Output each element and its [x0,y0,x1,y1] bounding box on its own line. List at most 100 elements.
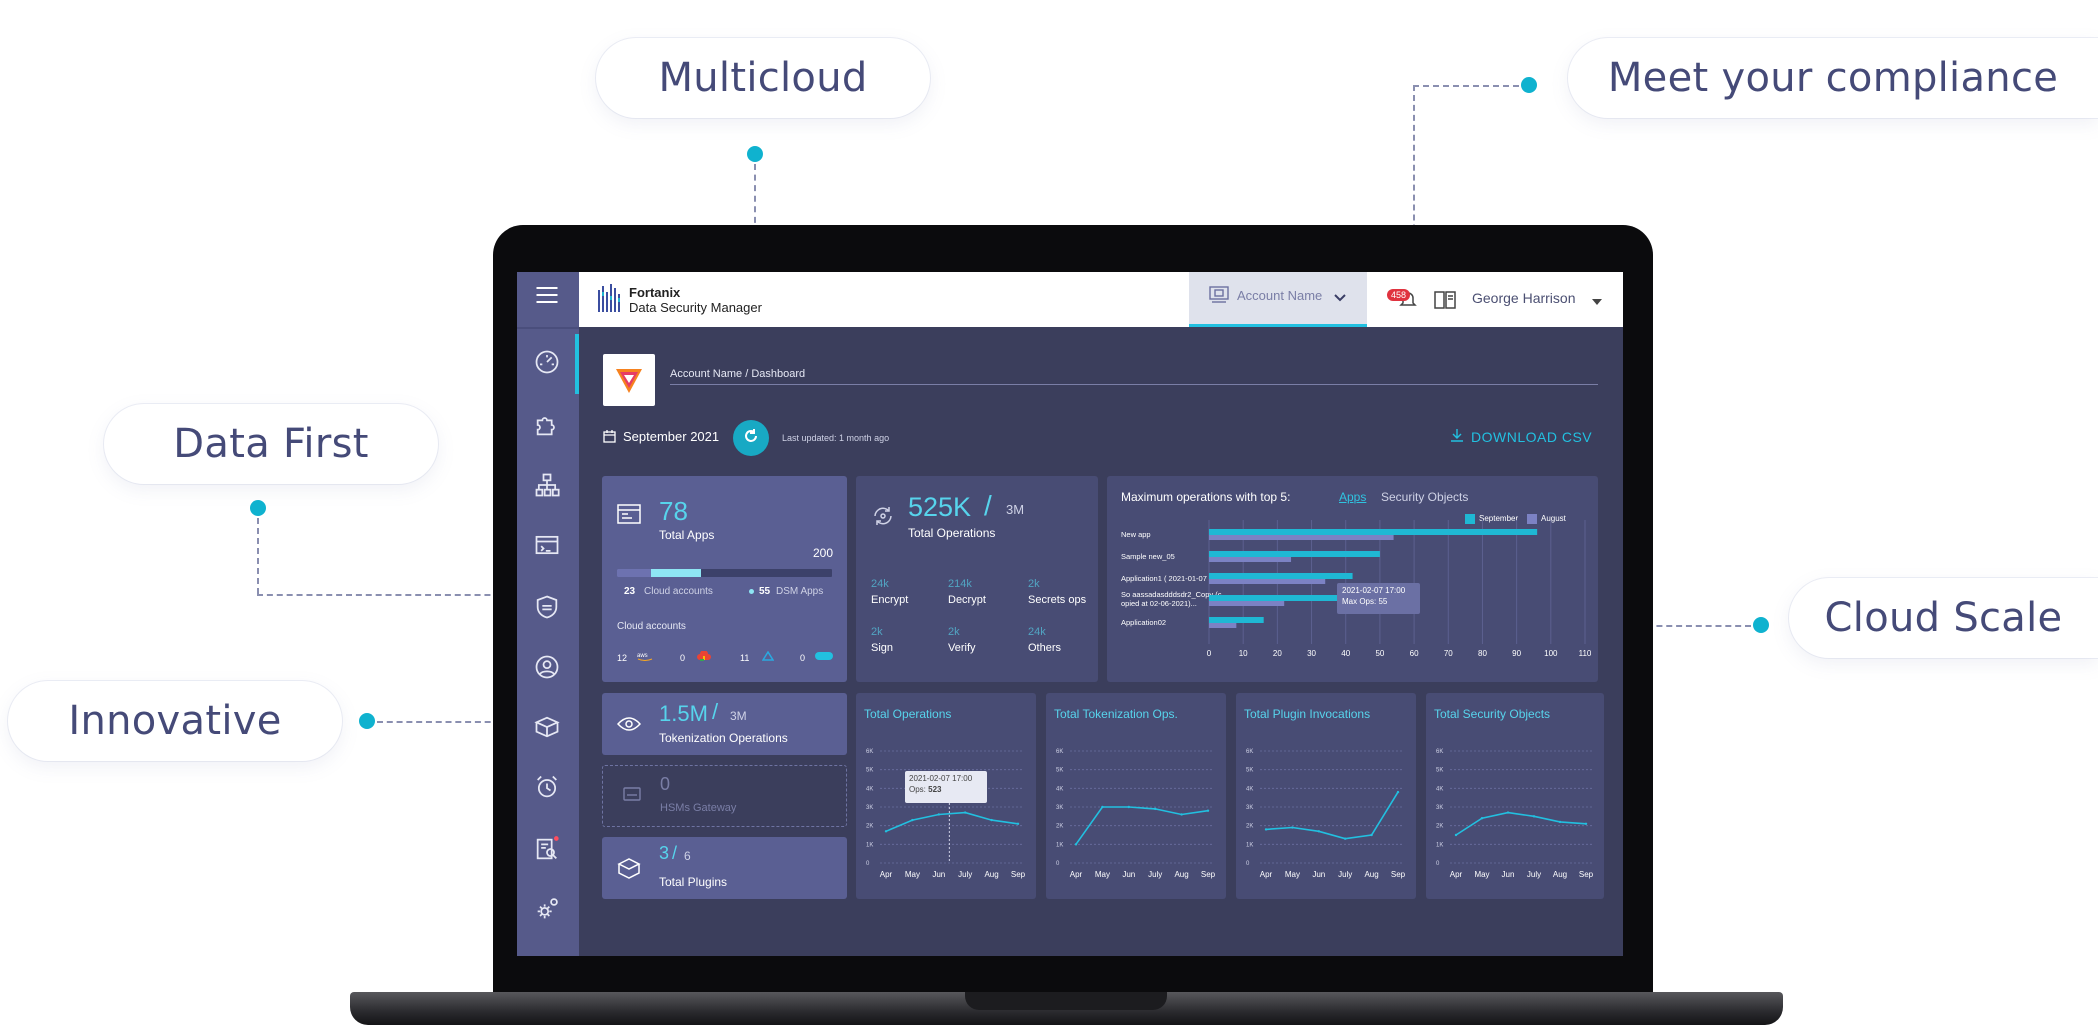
alarm-clock-icon[interactable] [532,772,562,802]
download-icon[interactable] [1450,428,1464,447]
operations-tooltip: 2021-02-07 17:00 Ops: 523 [905,771,987,803]
bar-august[interactable] [1209,535,1394,540]
tokenization-slash: / [712,699,719,724]
connector-dot-innovative [359,713,375,729]
data-point[interactable] [911,818,914,822]
data-point[interactable] [884,830,888,833]
breadcrumb-underline [670,384,1598,385]
y-tick-label: 1K [1246,842,1253,848]
user-name[interactable]: George Harrison [1472,290,1576,306]
box-icon[interactable] [532,712,562,742]
x-tick-label: July [1148,870,1162,879]
data-point[interactable] [1074,843,1078,846]
data-point[interactable] [1506,811,1510,814]
x-tick-label: Jun [1502,870,1515,879]
data-point[interactable] [1317,830,1320,833]
provider-other[interactable]: 0 [800,648,834,666]
stat-verify: 2k Verify [948,626,976,654]
data-point[interactable] [1396,790,1400,794]
series-line[interactable] [1265,791,1399,840]
data-point[interactable] [1291,826,1294,829]
x-tick-label: Aug [1364,870,1378,879]
laptop-notch [965,992,1167,1010]
total-apps-card[interactable]: 78 Total Apps 200 23 Cloud accounts 55 D… [602,476,847,682]
bar-september[interactable] [1209,573,1353,579]
provider-gcp[interactable]: 0 [680,648,712,666]
hierarchy-icon[interactable] [532,470,562,500]
settings-gear-icon[interactable] [532,894,562,924]
y-tick-label: 2K [1436,824,1443,830]
date-selector[interactable]: September 2021 [623,429,719,444]
notification-bell[interactable]: 458 [1387,287,1421,313]
bar-august[interactable] [1209,557,1292,562]
y-tick-label: 4K [866,786,873,792]
book-icon[interactable] [1434,290,1456,315]
x-tick-label: 60 [1410,649,1419,658]
series-line[interactable] [885,811,1019,833]
fortanix-logo-icon[interactable] [597,282,623,316]
data-point[interactable] [1584,822,1588,825]
y-tick-label: 3K [1436,805,1443,811]
stat-verify-value: 2k [948,626,960,638]
provider-azure[interactable]: 11 [740,648,775,666]
bar-august[interactable] [1209,623,1237,628]
account-selector[interactable]: Account Name [1189,272,1367,327]
hsm-icon [623,786,641,807]
download-csv-button[interactable]: DOWNLOAD CSV [1471,429,1592,445]
bar-september[interactable] [1209,617,1264,623]
provider-aws[interactable]: 12 aws [617,648,653,666]
series-line[interactable] [1455,811,1587,836]
data-point[interactable] [1454,833,1458,837]
plugins-card[interactable]: 3 / 6 Total Plugins [602,837,847,899]
total-operations-card[interactable]: 525K / 3M Total Operations 24k Encrypt 2… [856,476,1098,682]
callout-data-first: Data First [104,404,438,484]
tokenization-card[interactable]: 1.5M / 3M Tokenization Operations [602,693,847,755]
bar-september[interactable] [1209,595,1346,601]
total-operations-max: 3M [1006,502,1025,517]
operations-cycle-icon [871,504,895,533]
bar-september[interactable] [1209,529,1538,535]
stat-decrypt-label: Decrypt [948,594,986,606]
data-point[interactable] [1264,828,1268,831]
azure-icon [761,648,775,666]
provider-azure-count: 11 [740,653,750,663]
user-circle-icon[interactable] [532,652,562,682]
bar-august[interactable] [1209,601,1285,606]
shield-icon[interactable] [532,592,562,622]
breadcrumb[interactable]: Account Name / Dashboard [670,368,805,380]
x-tick-label: 40 [1341,649,1350,658]
y-tick-label: 0 [1056,861,1060,867]
data-point[interactable] [1206,809,1210,812]
x-tick-label: Apr [1070,870,1083,879]
hsm-gateway-card[interactable]: 0 HSMs Gateway [602,765,847,827]
bar-august[interactable] [1209,579,1326,584]
data-point[interactable] [1180,813,1183,816]
data-point[interactable] [1480,817,1484,820]
caret-down-icon[interactable] [1592,294,1602,312]
y-tick-label: 1K [1056,842,1063,848]
stat-encrypt-value: 24k [871,578,889,590]
x-tick-label: 100 [1544,649,1558,658]
data-point[interactable] [1101,805,1104,809]
category-label: New app [1121,530,1151,539]
connector-dot-data-first [250,500,266,516]
dashboard-gauge-icon[interactable] [532,347,562,377]
data-point[interactable] [937,813,940,816]
x-tick-label: May [1095,870,1110,879]
data-point[interactable] [1558,820,1562,824]
data-point[interactable] [1154,807,1157,811]
data-point[interactable] [964,811,967,814]
data-point[interactable] [1127,805,1130,809]
report-search-icon[interactable] [532,834,562,864]
data-point[interactable] [1344,837,1347,840]
data-point[interactable] [1532,815,1536,818]
data-point[interactable] [1370,833,1373,837]
refresh-button[interactable] [733,420,769,456]
data-point[interactable] [1016,822,1020,825]
puzzle-icon[interactable] [532,410,562,440]
data-point[interactable] [990,818,993,822]
bar-september[interactable] [1209,551,1380,557]
terminal-window-icon[interactable] [532,530,562,560]
hamburger-menu-icon[interactable] [532,280,562,310]
x-tick-label: Aug [1553,870,1567,879]
